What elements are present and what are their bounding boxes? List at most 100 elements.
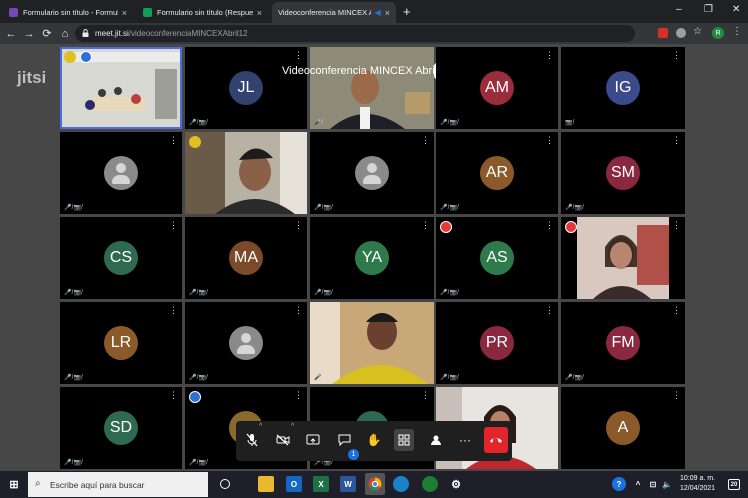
help-icon[interactable]: ? [612, 477, 626, 491]
settings-gear-icon[interactable]: ⚙ [448, 476, 464, 492]
participant-tile[interactable]: JL 🎤̸📷̸ ⋮ [185, 47, 307, 129]
tab-close-icon[interactable]: × [385, 8, 390, 18]
connection-indicator-icon [440, 221, 452, 233]
minimize-button[interactable]: – [676, 4, 682, 15]
participant-tile[interactable]: AR 🎤̸📷̸ ⋮ [436, 132, 558, 214]
participant-tile-video[interactable]: ⋮ [185, 132, 307, 214]
raise-hand-icon[interactable]: ✋ [364, 429, 384, 451]
participant-tile[interactable]: IG 📷̸ ⋮ [561, 47, 685, 129]
tray-chevron-icon[interactable]: ^ [630, 476, 646, 492]
participant-tile[interactable]: SM 🎤̸📷̸ ⋮ [561, 132, 685, 214]
muted-icon: 🎤̸ [314, 375, 324, 381]
screen-share-icon[interactable] [303, 429, 323, 451]
taskbar-search-input[interactable]: ⌕ Escribe aquí para buscar [28, 472, 208, 497]
participant-tile[interactable]: YA 🎤̸📷̸ ⋮ [310, 217, 434, 299]
tab-form-responses[interactable]: Formulario sin título (Respuestas) × [137, 2, 268, 23]
volume-icon[interactable]: 🔈 [659, 476, 675, 492]
tile-menu-icon[interactable]: ⋮ [545, 135, 554, 146]
tile-menu-icon[interactable]: ⋮ [294, 50, 303, 61]
back-icon[interactable]: ← [2, 28, 20, 40]
tile-menu-icon[interactable]: ⋮ [294, 135, 303, 146]
participant-tile[interactable]: FM 🎤̸📷̸ ⋮ [561, 302, 685, 384]
tab-close-icon[interactable]: × [122, 8, 127, 18]
tile-menu-icon[interactable]: ⋮ [169, 390, 178, 401]
tile-menu-icon[interactable]: ⋮ [672, 50, 681, 61]
camera-off-icon[interactable] [273, 429, 293, 451]
participant-initials: YA [355, 241, 389, 275]
muted-icon: 🎤̸📷̸ [440, 205, 459, 211]
edge-icon[interactable] [393, 476, 409, 492]
tab-form-editor[interactable]: Formulario sin título - Formulario × [3, 2, 133, 23]
participant-tile[interactable]: 🎤̸📷̸ ⋮ [310, 132, 434, 214]
tile-menu-icon[interactable]: ⋮ [421, 135, 430, 146]
bookmark-star-icon[interactable]: ☆ [693, 26, 703, 37]
muted-icon: 🎤̸📷̸ [189, 120, 208, 126]
tile-view-icon[interactable] [394, 429, 414, 451]
participant-tile-video[interactable]: 🎤̸ [310, 47, 434, 129]
word-icon[interactable]: W [340, 476, 356, 492]
hang-up-button[interactable] [484, 427, 508, 453]
tile-menu-icon[interactable]: ⋮ [545, 305, 554, 316]
notification-center-icon[interactable]: 20 [728, 479, 740, 490]
tab-videoconference[interactable]: Videoconferencia MINCEX Abril 12 ◀ × [272, 2, 396, 23]
tile-menu-icon[interactable]: ⋮ [294, 220, 303, 231]
participant-tile[interactable]: SD 🎤̸📷̸ ⋮ [60, 387, 182, 469]
invite-people-icon[interactable] [426, 429, 446, 451]
tile-menu-icon[interactable]: ⋮ [169, 50, 178, 61]
home-icon[interactable]: ⌂ [56, 28, 74, 40]
forward-icon[interactable]: → [20, 28, 38, 40]
new-tab-button[interactable]: + [403, 4, 411, 19]
tile-menu-icon[interactable]: ⋮ [672, 390, 681, 401]
connection-indicator-icon [189, 136, 201, 148]
url-input[interactable]: meet.jit.si/videoconferenciaMINCEXAbril1… [75, 25, 635, 42]
file-explorer-icon[interactable] [258, 476, 274, 492]
excel-icon[interactable]: X [313, 476, 329, 492]
participant-badge-icon [189, 391, 201, 403]
tile-menu-icon[interactable]: ⋮ [169, 220, 178, 231]
jitsi-logo: jitsi [17, 68, 47, 87]
extension-icon[interactable] [676, 28, 686, 38]
tile-menu-icon[interactable]: ⋮ [672, 305, 681, 316]
tile-menu-icon[interactable]: ⋮ [294, 390, 303, 401]
participant-tile[interactable]: A ⋮ [561, 387, 685, 469]
chat-icon[interactable] [334, 429, 354, 451]
cortana-icon[interactable] [220, 479, 230, 489]
window-close-button[interactable]: ✕ [732, 4, 740, 15]
tile-menu-icon[interactable]: ⋮ [294, 305, 303, 316]
tile-menu-icon[interactable]: ⋮ [545, 220, 554, 231]
app-icon[interactable] [422, 476, 438, 492]
tile-menu-icon[interactable]: ⋮ [672, 220, 681, 231]
participant-initials: AR [480, 156, 514, 190]
participant-tile[interactable]: CS 🎤̸📷̸ ⋮ [60, 217, 182, 299]
tile-menu-icon[interactable]: ⋮ [169, 305, 178, 316]
microphone-muted-icon[interactable] [242, 429, 262, 451]
browser-menu-icon[interactable]: ⋮ [732, 26, 742, 37]
participant-tile-video[interactable]: ⋮ [60, 47, 182, 129]
participant-tile[interactable]: MA 🎤̸📷̸ ⋮ [185, 217, 307, 299]
chrome-icon[interactable] [365, 473, 385, 495]
extension-icon[interactable] [658, 28, 668, 38]
participant-tile-video[interactable]: ⋮ [561, 217, 685, 299]
maximize-button[interactable]: ❐ [704, 4, 713, 15]
tile-menu-icon[interactable]: ⋮ [421, 390, 430, 401]
profile-avatar[interactable]: R [712, 27, 724, 39]
outlook-icon[interactable]: O [286, 476, 302, 492]
participant-tile[interactable]: PR 🎤̸📷̸ ⋮ [436, 302, 558, 384]
reload-icon[interactable]: ⟳ [38, 27, 56, 40]
muted-icon: 🎤̸ [314, 120, 324, 126]
tile-menu-icon[interactable]: ⋮ [672, 135, 681, 146]
tile-menu-icon[interactable]: ⋮ [421, 220, 430, 231]
participant-tile-video[interactable]: 🎤̸ [310, 302, 434, 384]
participant-tile[interactable]: LR 🎤̸📷̸ ⋮ [60, 302, 182, 384]
tile-menu-icon[interactable]: ⋮ [545, 50, 554, 61]
taskbar-clock[interactable]: 10:09 a. m. 12/04/2021 [680, 474, 715, 494]
participant-tile[interactable]: AS 🎤̸📷̸ ⋮ [436, 217, 558, 299]
windows-start-icon[interactable]: ⊞ [6, 476, 22, 492]
participant-tile[interactable]: 🎤̸📷̸ ⋮ [185, 302, 307, 384]
participant-tile[interactable]: AM 🎤̸📷̸ ⋮ [436, 47, 558, 129]
chat-unread-badge: 1 [348, 449, 359, 460]
tile-menu-icon[interactable]: ⋮ [169, 135, 178, 146]
tab-close-icon[interactable]: × [257, 8, 262, 18]
participant-tile[interactable]: 🎤̸📷̸ ⋮ [60, 132, 182, 214]
more-options-icon[interactable]: ··· [455, 429, 475, 451]
